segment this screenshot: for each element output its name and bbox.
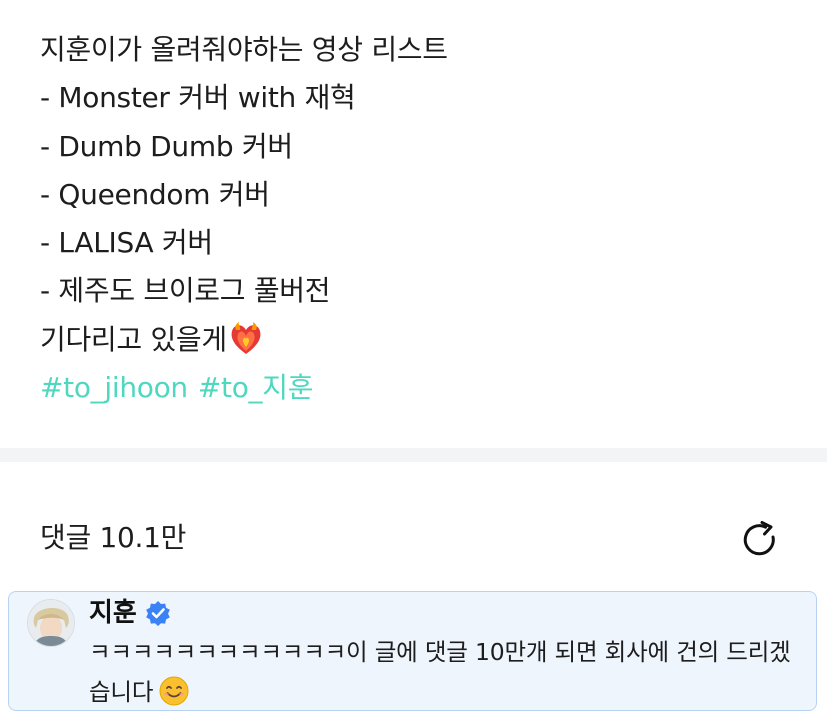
refresh-icon[interactable] — [738, 517, 782, 561]
post-closing-line: 기다리고 있을게 — [40, 316, 807, 364]
verified-badge-icon — [146, 601, 170, 626]
comments-count-header: 댓글 10.1만 — [40, 521, 187, 554]
avatar-image — [28, 600, 74, 646]
hashtag-link[interactable]: #to_jihoon — [40, 371, 188, 404]
post-title-line: 지훈이가 올려줘야하는 영상 리스트 — [40, 33, 448, 66]
post-list-item: - 제주도 브이로그 풀버전 — [40, 274, 331, 308]
author-name[interactable]: 지훈 — [89, 596, 137, 630]
heart-on-fire-icon — [231, 321, 261, 354]
smiling-face-icon — [159, 676, 189, 706]
post-list-item: - Dumb Dumb 커버 — [40, 129, 293, 163]
post-closing-text: 기다리고 있을게 — [40, 322, 227, 356]
comment-body: ㅋㅋㅋㅋㅋㅋㅋㅋㅋㅋㅋㅋ이 글에 댓글 10만개 되면 회사에 건의 드리겠습니… — [89, 632, 804, 712]
section-divider — [0, 448, 827, 462]
hashtag-link[interactable]: #to_지훈 — [198, 371, 314, 404]
avatar[interactable] — [27, 599, 75, 647]
hashtag-line: #to_jihoon #to_지훈 — [40, 364, 807, 412]
post-body: 지훈이가 올려줘야하는 영상 리스트 - Monster 커버 with 재혁 … — [40, 26, 807, 412]
post-list-item: - Queendom 커버 — [40, 177, 270, 211]
highlighted-comment-card[interactable]: 지훈 ㅋㅋㅋㅋㅋㅋㅋㅋㅋㅋㅋㅋ이 글에 댓글 10만개 되면 회사에 건의 드리… — [8, 591, 817, 711]
post-list-item: - Monster 커버 with 재혁 — [40, 81, 356, 115]
comment-text: ㅋㅋㅋㅋㅋㅋㅋㅋㅋㅋㅋㅋ이 글에 댓글 10만개 되면 회사에 건의 드리겠습니… — [89, 638, 791, 706]
comment-author: 지훈 — [89, 596, 171, 630]
post-list-item: - LALISA 커버 — [40, 226, 213, 260]
